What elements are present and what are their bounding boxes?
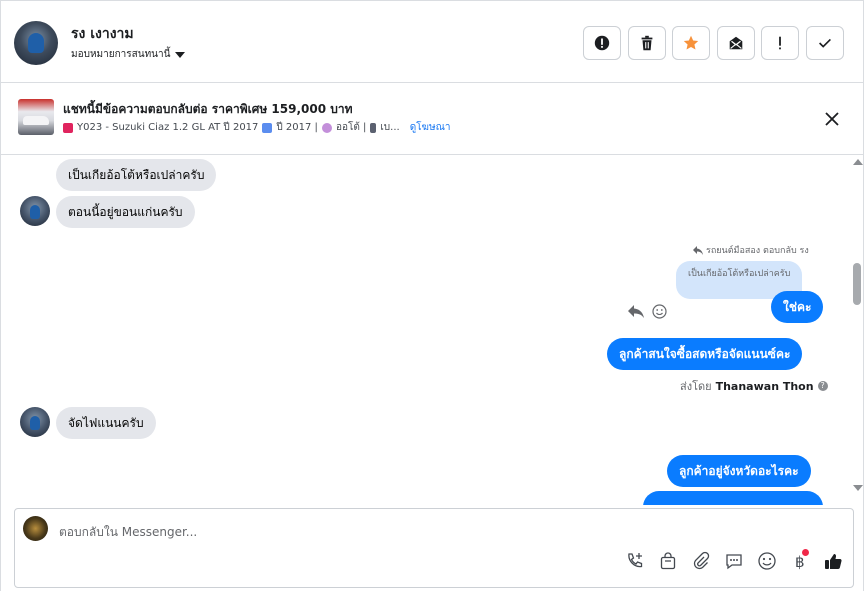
listing-fuel: เบ... bbox=[380, 122, 400, 133]
outgoing-message[interactable]: ลูกค้าสนใจซื้อสดหรือจัดแนนซ์คะ bbox=[607, 338, 803, 370]
outgoing-message[interactable]: ลูกค้าอยู่จังหวัดอะไรคะ bbox=[667, 455, 811, 487]
incoming-message[interactable]: จัดไฟแนนครับ bbox=[56, 407, 156, 439]
car-icon bbox=[63, 122, 73, 133]
contact-avatar[interactable] bbox=[14, 21, 58, 65]
assign-label: มอบหมายการสนทนานี้ bbox=[71, 49, 171, 60]
message-hover-tools bbox=[628, 304, 667, 319]
trash-icon bbox=[641, 35, 652, 51]
scroll-down-arrow-icon[interactable] bbox=[853, 485, 863, 491]
thread-scrollbar[interactable] bbox=[850, 155, 863, 495]
listing-year: ปี 2017 | bbox=[276, 122, 318, 133]
envelope-icon bbox=[729, 36, 742, 50]
assign-conversation-dropdown[interactable]: มอบหมายการสนทนานี้ bbox=[71, 47, 186, 62]
sent-by-label: ส่งโดย Thanawan Thon ? bbox=[680, 377, 828, 395]
delete-button[interactable] bbox=[627, 26, 666, 60]
shopping-bag-icon[interactable] bbox=[658, 551, 678, 571]
like-icon[interactable] bbox=[823, 551, 843, 571]
contact-avatar-small[interactable] bbox=[20, 407, 50, 437]
saved-reply-icon[interactable] bbox=[724, 551, 744, 571]
reply-context-text: รถยนต์มือสอง ตอบกลับ รง bbox=[706, 246, 809, 256]
emoji-icon[interactable] bbox=[757, 551, 777, 571]
composer-input[interactable]: ตอบกลับใน Messenger... bbox=[59, 523, 197, 542]
exclamation-circle-icon bbox=[594, 35, 610, 51]
caret-down-icon bbox=[175, 51, 186, 58]
close-listing-button[interactable] bbox=[821, 108, 843, 130]
notification-dot bbox=[802, 549, 809, 556]
star-button[interactable] bbox=[672, 26, 710, 60]
exclamation-icon bbox=[779, 36, 781, 50]
close-icon bbox=[825, 112, 839, 126]
reply-context: รถยนต์มือสอง ตอบกลับ รง bbox=[693, 243, 809, 257]
listing-title: แชทนี้มีข้อความตอบกลับต่อ ราคาพิเศษ 159,… bbox=[63, 102, 353, 116]
payment-button[interactable]: ฿ bbox=[790, 549, 810, 571]
message-composer[interactable]: ตอบกลับใน Messenger... ฿ bbox=[14, 508, 854, 588]
calendar-icon bbox=[262, 122, 273, 133]
reply-arrow-icon bbox=[693, 245, 703, 255]
call-icon[interactable] bbox=[625, 551, 645, 571]
paperclip-icon[interactable] bbox=[691, 551, 711, 571]
contact-avatar-small[interactable] bbox=[20, 196, 50, 226]
gear-icon bbox=[321, 122, 332, 133]
scrollbar-thumb[interactable] bbox=[853, 263, 861, 305]
message-thread[interactable]: เป็นเกียอ้อโต้หรือเปล่าครับ ตอนนี้อยู่ขอ… bbox=[1, 155, 850, 505]
mark-unread-button[interactable] bbox=[716, 26, 755, 60]
view-ad-link[interactable]: ดูโฆษณา bbox=[410, 120, 451, 135]
listing-details: Y023 - Suzuki Ciaz 1.2 GL AT ปี 2017 ปี … bbox=[63, 120, 450, 135]
fuel-icon bbox=[370, 122, 377, 133]
star-icon bbox=[683, 35, 699, 50]
mark-spam-button[interactable] bbox=[583, 26, 621, 60]
listing-thumbnail[interactable] bbox=[18, 99, 54, 135]
follow-up-button[interactable] bbox=[761, 26, 799, 60]
incoming-message[interactable]: ตอนนี้อยู่ขอนแก่นครับ bbox=[56, 196, 195, 228]
help-icon[interactable]: ? bbox=[817, 381, 828, 391]
listing-transmission: ออโต้ | bbox=[335, 122, 367, 133]
react-emoji-icon[interactable] bbox=[652, 304, 667, 319]
listing-reference-bar: แชทนี้มีข้อความตอบกลับต่อ ราคาพิเศษ 159,… bbox=[1, 84, 863, 155]
conversation-panel: รง เงางาม มอบหมายการสนทนานี้ แชทนี้มีข้อ… bbox=[0, 0, 864, 591]
page-avatar bbox=[23, 516, 48, 541]
scroll-up-arrow-icon[interactable] bbox=[853, 159, 863, 165]
composer-tools: ฿ bbox=[625, 549, 843, 571]
listing-car: Y023 - Suzuki Ciaz 1.2 GL AT ปี 2017 bbox=[77, 122, 259, 133]
mark-done-button[interactable] bbox=[805, 26, 844, 60]
checkmark-icon bbox=[818, 38, 831, 48]
sent-by-name: Thanawan Thon bbox=[715, 379, 814, 393]
reply-icon[interactable] bbox=[628, 305, 644, 318]
incoming-message[interactable]: เป็นเกียอ้อโต้หรือเปล่าครับ bbox=[56, 159, 217, 191]
outgoing-message-partial[interactable] bbox=[643, 491, 823, 505]
sent-by-prefix: ส่งโดย bbox=[680, 380, 712, 393]
contact-name[interactable]: รง เงางาม bbox=[71, 23, 134, 45]
conversation-header: รง เงางาม มอบหมายการสนทนานี้ bbox=[1, 0, 863, 83]
outgoing-message[interactable]: ใช่คะ bbox=[771, 291, 824, 323]
header-actions bbox=[583, 26, 844, 60]
